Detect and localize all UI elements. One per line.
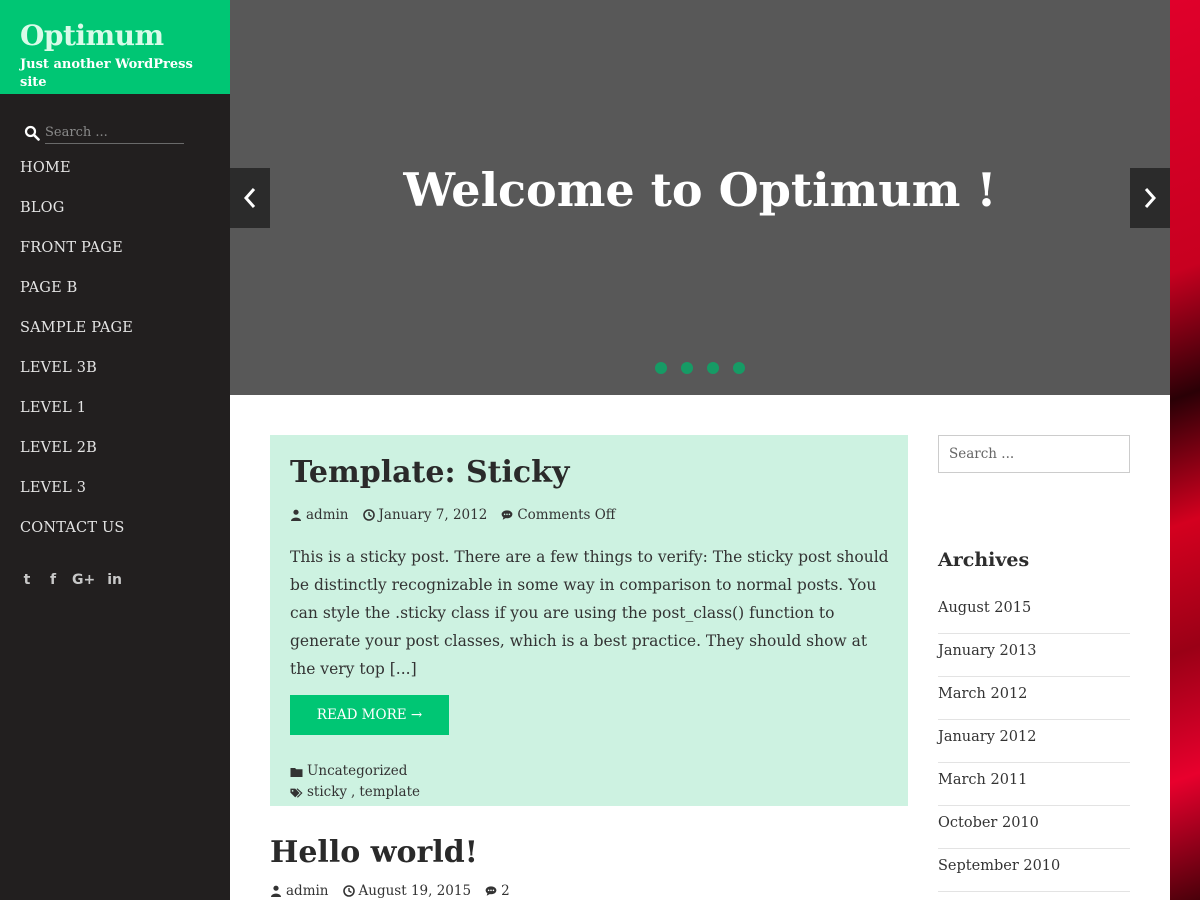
archives-list: August 2015 January 2013 March 2012 Janu… (938, 591, 1130, 892)
post-hello-world: Hello world! admin August 19, 2015 2 (270, 833, 510, 899)
nav-item-page-b[interactable]: PAGE B (20, 276, 133, 316)
post-author-name: admin (306, 507, 349, 523)
read-more-button[interactable]: READ MORE → (290, 695, 449, 735)
nav-item-contact-us[interactable]: CONTACT US (20, 516, 133, 556)
archives-title: Archives (938, 549, 1030, 571)
post-meta: admin August 19, 2015 2 (270, 883, 510, 899)
post-categories: Uncategorized (290, 761, 888, 782)
clock-icon (342, 885, 355, 897)
hero-slider: Welcome to Optimum ! (230, 0, 1170, 395)
site-tagline: Just another WordPress site (20, 57, 193, 90)
nav-item-level-2b[interactable]: LEVEL 2B (20, 436, 133, 476)
post-comments[interactable]: Comments Off (501, 507, 615, 523)
archive-link[interactable]: January 2012 (938, 720, 1130, 763)
post-tags: sticky, template (290, 782, 888, 803)
post-comments[interactable]: 2 (485, 883, 510, 899)
post-excerpt: This is a sticky post. There are a few t… (290, 548, 889, 678)
main-navigation: HOME BLOG FRONT PAGE PAGE B SAMPLE PAGE … (20, 156, 133, 556)
sidebar-search-input[interactable] (45, 122, 184, 144)
tags-icon (290, 787, 303, 798)
nav-item-level-3b[interactable]: LEVEL 3B (20, 356, 133, 396)
archive-link[interactable]: October 2010 (938, 806, 1130, 849)
slider-next-button[interactable] (1130, 168, 1170, 228)
google-plus-icon[interactable]: G+ (72, 570, 95, 590)
post-title[interactable]: Hello world! (270, 833, 510, 873)
twitter-icon[interactable]: t (20, 570, 34, 590)
comment-icon (485, 886, 497, 896)
clock-icon (362, 509, 375, 521)
post-author[interactable]: admin (270, 883, 329, 899)
archive-link[interactable]: March 2011 (938, 763, 1130, 806)
social-links: t f G+ in (20, 570, 122, 590)
facebook-icon[interactable]: f (46, 570, 60, 590)
widget-area: Archives August 2015 January 2013 March … (938, 435, 1130, 892)
post-date-text: August 19, 2015 (358, 883, 472, 899)
sticky-post: Template: Sticky admin January 7, 2012 C… (270, 435, 908, 806)
nav-item-home[interactable]: HOME (20, 156, 133, 196)
slider-dot[interactable] (655, 362, 667, 374)
post-meta: admin January 7, 2012 Comments Off (290, 507, 888, 523)
archive-link[interactable]: September 2010 (938, 849, 1130, 892)
slider-dot[interactable] (707, 362, 719, 374)
nav-item-sample-page[interactable]: SAMPLE PAGE (20, 316, 133, 356)
folder-icon (290, 767, 303, 777)
nav-item-front-page[interactable]: FRONT PAGE (20, 236, 133, 276)
post-date[interactable]: August 19, 2015 (342, 883, 472, 899)
decorative-background-strip (1170, 0, 1200, 900)
post-terms: Uncategorized sticky, template (290, 761, 888, 803)
slider-dot[interactable] (681, 362, 693, 374)
sidebar-search (24, 122, 184, 144)
slider-dot[interactable] (733, 362, 745, 374)
post-author[interactable]: admin (290, 507, 349, 523)
search-icon[interactable] (24, 125, 40, 141)
post-comments-text: 2 (501, 883, 510, 899)
nav-item-level-3[interactable]: LEVEL 3 (20, 476, 133, 516)
widget-search-input[interactable] (938, 435, 1130, 473)
tag-link[interactable]: sticky (307, 782, 347, 803)
slider-pagination (230, 362, 1170, 374)
main-content: Template: Sticky admin January 7, 2012 C… (230, 395, 1170, 900)
linkedin-icon[interactable]: in (107, 570, 122, 590)
post-date-text: January 7, 2012 (378, 507, 488, 523)
post-author-name: admin (286, 883, 329, 899)
archive-link[interactable]: March 2012 (938, 677, 1130, 720)
site-title[interactable]: Optimum (20, 18, 210, 54)
sidebar: Optimum Just another WordPress site HOME… (0, 0, 230, 900)
archive-link[interactable]: January 2013 (938, 634, 1130, 677)
category-link[interactable]: Uncategorized (307, 761, 407, 782)
nav-item-level-1[interactable]: LEVEL 1 (20, 396, 133, 436)
tag-link[interactable]: template (359, 782, 420, 803)
slide-title: Welcome to Optimum ! (403, 163, 997, 217)
tag-separator: , (351, 784, 356, 800)
user-icon (271, 885, 281, 897)
archive-link[interactable]: August 2015 (938, 591, 1130, 634)
nav-item-blog[interactable]: BLOG (20, 196, 133, 236)
post-title[interactable]: Template: Sticky (290, 453, 888, 493)
post-comments-text: Comments Off (517, 507, 616, 523)
post-date[interactable]: January 7, 2012 (362, 507, 488, 523)
comment-icon (501, 510, 513, 520)
chevron-right-icon (1144, 188, 1157, 208)
user-icon (291, 509, 301, 521)
site-branding: Optimum Just another WordPress site (0, 0, 230, 94)
